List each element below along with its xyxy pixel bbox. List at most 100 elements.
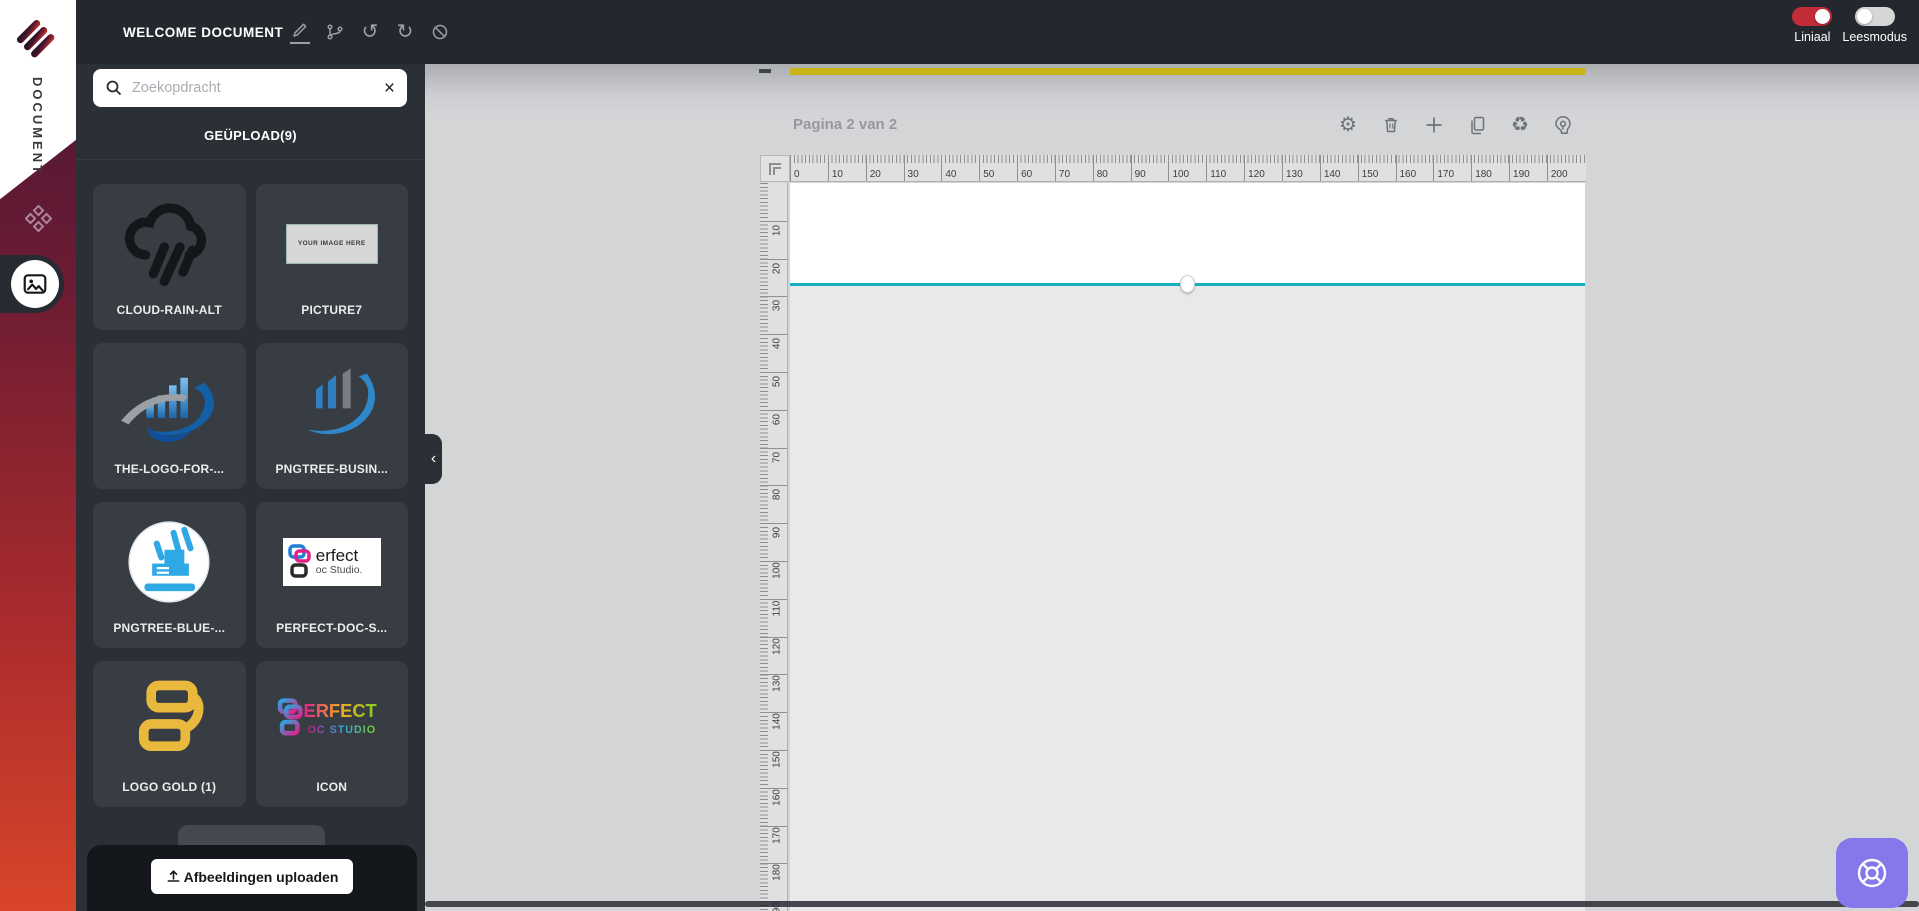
- v-ruler: 10 20 30 40 50 60 70 80 90 100 110 120 130 140 150 160 1…: [760, 183, 788, 911]
- h-ruler-cell: 150: [1357, 155, 1396, 181]
- image-card-picture7[interactable]: YOUR IMAGE HERE PICTURE7: [255, 184, 409, 330]
- clear-button[interactable]: [429, 17, 451, 47]
- pencil-icon: [293, 23, 307, 37]
- edit-button[interactable]: [289, 17, 311, 47]
- upload-button-label: Afbeeldingen uploaden: [183, 868, 339, 885]
- sidebar-item-images[interactable]: [0, 255, 64, 313]
- h-ruler-cell: 170: [1433, 155, 1471, 181]
- images-panel: × GEÜPLOAD(9) CLOUD-RAIN-ALT YOUR IMAGE …: [76, 64, 425, 911]
- idea-icon: [1555, 116, 1571, 134]
- h-ruler-cell: 80: [1092, 155, 1131, 181]
- page-indicator: Pagina 2 van 2: [793, 116, 898, 133]
- gear-icon: ⚙: [1339, 114, 1357, 136]
- image-card-label: LOGO GOLD (1): [122, 780, 217, 794]
- add-page-button[interactable]: [1423, 113, 1445, 137]
- placeholder-image: YOUR IMAGE HERE: [285, 223, 378, 264]
- image-card-label: PERFECT-DOC-S...: [276, 621, 388, 635]
- thumbnail: [93, 502, 246, 621]
- h-ruler-cell: 70: [1054, 155, 1093, 181]
- thumbnail: erfect oc Studio.: [256, 502, 409, 621]
- page-toolbar: ⚙ ♻: [1337, 112, 1574, 138]
- h-ruler-cell: 180: [1471, 155, 1509, 181]
- ruler-toggle[interactable]: [1792, 7, 1833, 26]
- page-header-area[interactable]: [790, 183, 1585, 283]
- section-divider: [76, 159, 425, 160]
- redo-button[interactable]: ↻: [394, 17, 416, 47]
- sidebar-item-elements[interactable]: [24, 204, 53, 237]
- image-card-icon[interactable]: ERFECT OC STUDIO ICON: [255, 661, 409, 807]
- topbar-toggles: Liniaal Leesmodus: [1792, 7, 1907, 44]
- pd-glyph-icon: [288, 543, 311, 578]
- search-clear-icon[interactable]: ×: [384, 79, 395, 98]
- branch-icon: [327, 24, 343, 40]
- sidebar-item-images-circle: [11, 260, 59, 308]
- recycle-button[interactable]: ♻: [1509, 113, 1531, 137]
- h-ruler-cell: 100: [1168, 155, 1206, 181]
- ruler-corner-icon: [769, 162, 781, 175]
- upload-bar: Afbeeldingen uploaden: [87, 845, 417, 911]
- image-card-pngtree-business[interactable]: PNGTREE-BUSIN...: [255, 343, 409, 489]
- upload-icon: [167, 870, 180, 882]
- duplicate-icon: [1471, 116, 1485, 135]
- search-input[interactable]: [132, 80, 375, 96]
- readmode-toggle-label: Leesmodus: [1842, 30, 1907, 44]
- page-break-bar: [790, 68, 1585, 75]
- image-card-label: PNGTREE-BUSIN...: [275, 462, 389, 476]
- thumbnail: [93, 184, 246, 303]
- delete-page-button[interactable]: [1380, 113, 1402, 137]
- image-card-pngtree-blue[interactable]: PNGTREE-BLUE-...: [93, 502, 246, 648]
- toggle-knob: [1814, 9, 1830, 24]
- undo-icon: ↺: [361, 21, 379, 43]
- panel-collapse-button[interactable]: ‹: [425, 434, 442, 484]
- h-ruler-cell: 50: [979, 155, 1017, 181]
- h-ruler-cell: 190: [1509, 155, 1547, 181]
- help-button[interactable]: [1836, 838, 1908, 908]
- h-ruler-cell: 90: [1130, 155, 1169, 181]
- toggle-knob: [1857, 9, 1873, 24]
- sidebar-vertical-title: DOCUMENT: [30, 76, 46, 176]
- page-break-dash: [759, 69, 771, 73]
- ruler-corner: [760, 155, 790, 182]
- horizontal-scrollbar[interactable]: [425, 901, 1919, 907]
- page-divider-handle[interactable]: [1180, 275, 1195, 293]
- undo-button[interactable]: ↺: [359, 17, 381, 47]
- page-settings-button[interactable]: ⚙: [1337, 113, 1359, 137]
- image-card-the-logo-for[interactable]: THE-LOGO-FOR-...: [93, 343, 246, 489]
- thumbnail: ERFECT OC STUDIO: [256, 661, 409, 780]
- app-sidebar: DOCUMENT: [0, 0, 76, 911]
- upload-images-button[interactable]: Afbeeldingen uploaden: [150, 859, 354, 894]
- icon-text-line2: OC STUDIO: [307, 724, 376, 736]
- image-card-perfect-doc[interactable]: erfect oc Studio. PERFECT-DOC-S...: [255, 502, 409, 648]
- icon-text-line1: ERFECT: [303, 699, 376, 720]
- chevron-left-icon: ‹: [430, 450, 437, 467]
- page-body-area[interactable]: [790, 286, 1585, 911]
- duplicate-page-button[interactable]: [1466, 113, 1488, 137]
- h-ruler: 0 10 20 30 40 50 60 70 80 90 100 110 120 130 140 150 160…: [790, 155, 1586, 182]
- document-title: WELCOME DOCUMENT: [123, 24, 284, 40]
- versions-button[interactable]: [324, 17, 346, 47]
- lifebuoy-icon: [1857, 858, 1887, 888]
- topbar: WELCOME DOCUMENT ↺ ↻ Liniaal Leesmodus: [76, 0, 1919, 64]
- h-ruler-cell: 0: [790, 155, 828, 181]
- trash-icon: [1385, 118, 1397, 133]
- image-card-logo-gold[interactable]: LOGO GOLD (1): [93, 661, 246, 807]
- search-icon: [106, 80, 122, 96]
- ruler-toggle-label: Liniaal: [1794, 30, 1831, 44]
- thumbnail: YOUR IMAGE HERE: [256, 184, 409, 303]
- thumbnail: [93, 343, 246, 462]
- h-ruler-cell: 20: [865, 155, 904, 181]
- shapes-icon: [24, 204, 53, 233]
- thumbnail: [93, 661, 246, 780]
- image-card-cloud-rain-alt[interactable]: CLOUD-RAIN-ALT: [93, 184, 246, 330]
- h-ruler-cell: 110: [1206, 155, 1244, 181]
- plus-icon: [1426, 117, 1442, 133]
- buildings-swoosh-logo: [307, 367, 375, 434]
- colorful-perfect-logo: ERFECT OC STUDIO: [277, 697, 376, 736]
- readmode-toggle[interactable]: [1854, 7, 1895, 26]
- idea-button[interactable]: [1552, 113, 1574, 137]
- recycle-icon: ♻: [1511, 114, 1529, 136]
- thumbnail: [256, 343, 409, 462]
- active-tool-underline: [290, 42, 310, 44]
- canvas: Pagina 2 van 2 ⚙ ♻ 0 10 20 30 40 50 60 7…: [425, 64, 1919, 911]
- slashed-circle-icon: [432, 24, 448, 40]
